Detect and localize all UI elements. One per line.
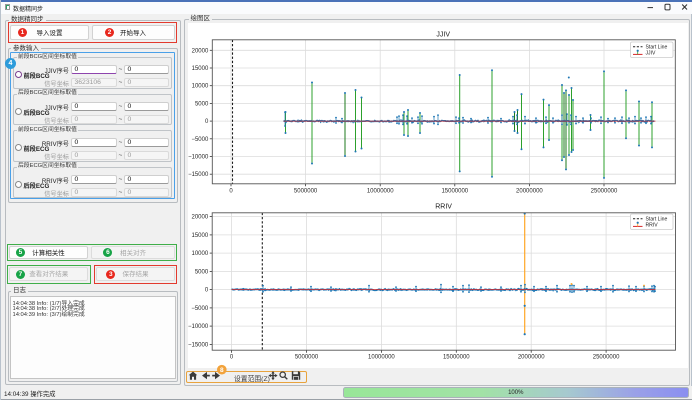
svg-text:15000: 15000 xyxy=(192,233,209,239)
svg-text:10000000: 10000000 xyxy=(368,355,395,361)
svg-text:15000000: 15000000 xyxy=(443,355,470,361)
svg-text:−10000: −10000 xyxy=(188,155,209,161)
svg-text:5000: 5000 xyxy=(195,101,209,107)
svg-text:JJIV: JJIV xyxy=(436,32,450,39)
svg-text:20000000: 20000000 xyxy=(518,355,545,361)
svg-text:−5000: −5000 xyxy=(191,306,209,312)
svg-text:25000000: 25000000 xyxy=(591,188,618,194)
svg-text:20000000: 20000000 xyxy=(516,188,543,194)
svg-text:5000000: 5000000 xyxy=(294,188,318,194)
svg-text:8: 8 xyxy=(220,367,224,374)
svg-text:−10000: −10000 xyxy=(188,324,209,330)
svg-text:10000000: 10000000 xyxy=(367,188,394,194)
svg-text:5000: 5000 xyxy=(195,269,209,275)
svg-text:15000: 15000 xyxy=(192,66,209,72)
svg-text:Start Line: Start Line xyxy=(646,217,668,223)
svg-text:Start Line: Start Line xyxy=(646,45,668,51)
svg-text:RRIV: RRIV xyxy=(435,204,452,211)
svg-text:25000000: 25000000 xyxy=(593,355,620,361)
svg-text:−15000: −15000 xyxy=(188,342,209,348)
svg-text:20000: 20000 xyxy=(192,48,209,54)
svg-text:−5000: −5000 xyxy=(191,137,209,143)
svg-text:−15000: −15000 xyxy=(188,172,209,178)
svg-text:20000: 20000 xyxy=(192,215,209,221)
svg-text:RRIV: RRIV xyxy=(646,223,659,229)
svg-text:JJIV: JJIV xyxy=(646,51,657,57)
svg-text:10000: 10000 xyxy=(192,84,209,90)
svg-text:15000000: 15000000 xyxy=(441,188,468,194)
svg-text:10000: 10000 xyxy=(192,251,209,257)
